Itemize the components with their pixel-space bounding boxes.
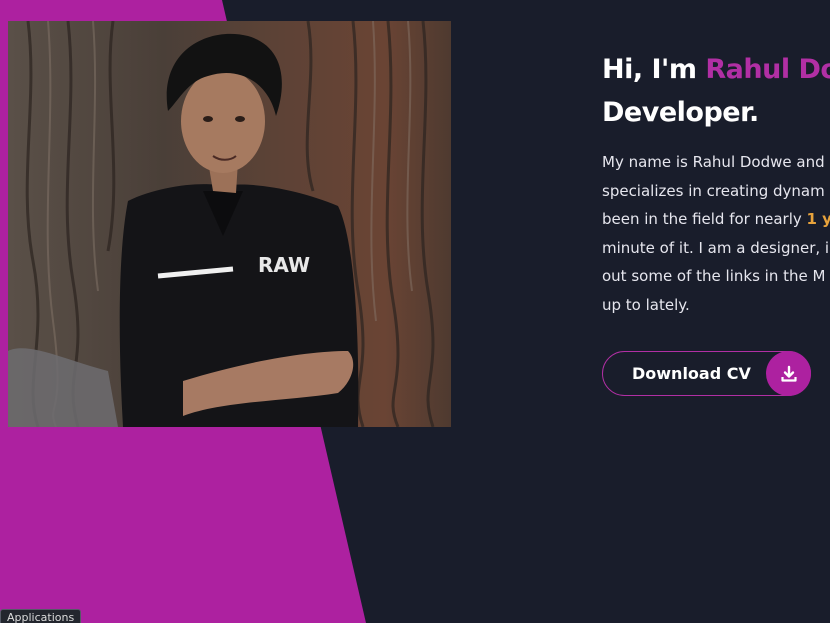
download-cv-label: Download CV	[632, 364, 751, 383]
hero-name: Rahul Dodwe	[705, 54, 830, 85]
download-cv-button[interactable]: Download CV	[602, 351, 811, 396]
description-line-1: My name is Rahul Dodwe and	[602, 153, 825, 171]
hero-title-line2: Developer.	[602, 97, 759, 128]
page: RAW Hi, I'm Rahul Dodwe Developer. My na…	[0, 0, 830, 623]
description-line-5: out some of the links in the M	[602, 267, 826, 286]
hero-greeting: Hi, I'm	[602, 54, 706, 85]
hero-description: My name is Rahul Dodwe and specializes i…	[602, 148, 830, 320]
description-line-4: minute of it. I am a designer, i	[602, 238, 830, 257]
experience-highlight: 1 y	[806, 210, 830, 229]
description-line-6: up to lately.	[602, 295, 690, 314]
hero-section: Hi, I'm Rahul Dodwe Developer. My name i…	[602, 48, 830, 320]
description-line-2: specializes in creating dynam	[602, 181, 825, 200]
hero-title: Hi, I'm Rahul Dodwe Developer.	[602, 48, 830, 134]
profile-photo: RAW	[8, 21, 451, 427]
applications-tooltip: Applications	[0, 609, 82, 623]
description-line-3: been in the field for nearly	[602, 210, 807, 229]
shirt-print: RAW	[258, 253, 310, 277]
download-icon[interactable]	[766, 351, 811, 396]
